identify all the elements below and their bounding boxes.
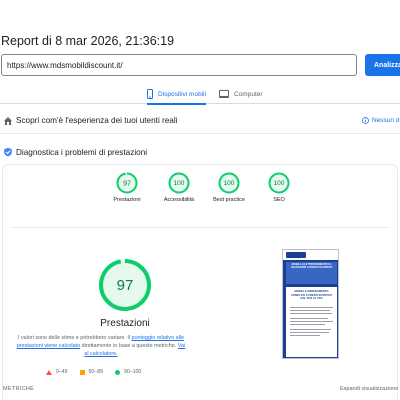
- tab-desktop[interactable]: Computer: [219, 84, 263, 104]
- category-label: Best practice: [213, 197, 245, 203]
- top-bar: [0, 0, 400, 30]
- screenshot-headline: MOBILI, ELETTRODOMESTICI E ACCESSORI A P…: [290, 263, 333, 270]
- score-gauge: 100: [268, 172, 290, 194]
- pagespeed-report: Report di 8 mar 2026, 21:36:19 Analizza …: [0, 0, 400, 400]
- section-divider: [10, 227, 390, 228]
- analyze-button[interactable]: Analizza: [365, 54, 400, 76]
- report-title: Report di 8 mar 2026, 21:36:19: [1, 34, 175, 48]
- text-line: [290, 324, 325, 326]
- device-tabs: Dispositivi mobili Computer: [0, 84, 400, 105]
- tab-mobile-label: Dispositivi mobili: [158, 90, 207, 98]
- text-line: [290, 332, 329, 334]
- site-logo: [286, 252, 306, 258]
- square-icon: [79, 369, 85, 375]
- performance-gauge: 97: [99, 259, 151, 311]
- legend-fail-range: 0–49: [56, 369, 68, 375]
- triangle-icon: [46, 369, 52, 375]
- screenshot-header: [283, 250, 338, 260]
- metrics-heading: METRICHE: [3, 386, 35, 392]
- desktop-icon: [219, 90, 229, 98]
- real-users-section[interactable]: Scopri com'è l'esperienza dei tuoi utent…: [0, 108, 400, 134]
- text-line: [290, 307, 333, 309]
- tab-desktop-label: Computer: [234, 90, 263, 98]
- category-performance[interactable]: 97 Prestazioni: [102, 172, 152, 203]
- no-data-link[interactable]: Nessun d: [362, 117, 399, 124]
- text-line: [290, 318, 328, 320]
- performance-description: I valori sono delle stime e potrebbero v…: [16, 334, 186, 358]
- smartphone-icon: [147, 89, 153, 99]
- score-value: 100: [174, 180, 185, 187]
- legend-pass-range: 90–100: [123, 369, 142, 375]
- score-gauge: 100: [168, 172, 190, 194]
- desc-text-1: I valori sono delle stime e potrebbero v…: [17, 335, 132, 341]
- text-line: [290, 313, 332, 315]
- users-icon: [4, 116, 12, 125]
- score-gauge: 100: [218, 172, 240, 194]
- page-screenshot: MOBILI, ELETTRODOMESTICI E ACCESSORI A P…: [282, 249, 339, 359]
- category-label: Prestazioni: [113, 197, 141, 203]
- no-data-label: Nessun d: [372, 117, 400, 124]
- category-accessibility[interactable]: 100 Accessibilità: [154, 172, 204, 203]
- real-users-text: Scopri com'è l'esperienza dei tuoi utent…: [16, 116, 178, 125]
- circle-icon: [114, 369, 120, 375]
- category-seo[interactable]: 100 SEO: [254, 172, 304, 203]
- legend-average-range: 50–89: [88, 369, 103, 375]
- text-line: [290, 329, 331, 331]
- expand-view-toggle[interactable]: Espandi visualizzazione: [340, 386, 398, 392]
- score-legend: 0–49 50–89 90–100: [46, 369, 153, 375]
- diagnostics-text: Diagnostica i problemi di prestazioni: [16, 147, 148, 157]
- legend-fail: 0–49: [46, 369, 68, 375]
- legend-pass: 90–100: [114, 369, 142, 375]
- info-icon: [362, 117, 369, 124]
- category-best-practices[interactable]: 100 Best practice: [204, 172, 254, 203]
- text-line: [290, 335, 320, 337]
- screenshot-subhead: MOBILI & ARREDAMENTO COMPLETI A PREZZI S…: [291, 290, 332, 300]
- diagnostics-section[interactable]: Diagnostica i problemi di prestazioni: [0, 139, 400, 165]
- screenshot-body: MOBILI & ARREDAMENTO COMPLETI A PREZZI S…: [286, 287, 337, 357]
- score-gauge: 97: [116, 172, 138, 194]
- desc-text-2: direttamente in base a queste metriche.: [80, 343, 178, 349]
- url-input[interactable]: [1, 54, 357, 76]
- score-value: 100: [274, 180, 285, 187]
- text-line: [290, 310, 330, 312]
- legend-average: 50–89: [79, 369, 103, 375]
- tab-mobile[interactable]: Dispositivi mobili: [147, 84, 207, 105]
- category-label: Accessibilità: [163, 197, 195, 203]
- score-value: 97: [123, 180, 131, 187]
- category-label: SEO: [273, 197, 285, 203]
- performance-label: Prestazioni: [100, 318, 150, 329]
- score-value: 100: [224, 180, 235, 187]
- text-line: [290, 321, 333, 323]
- lighthouse-icon: [4, 147, 12, 157]
- performance-score: 97: [117, 277, 134, 294]
